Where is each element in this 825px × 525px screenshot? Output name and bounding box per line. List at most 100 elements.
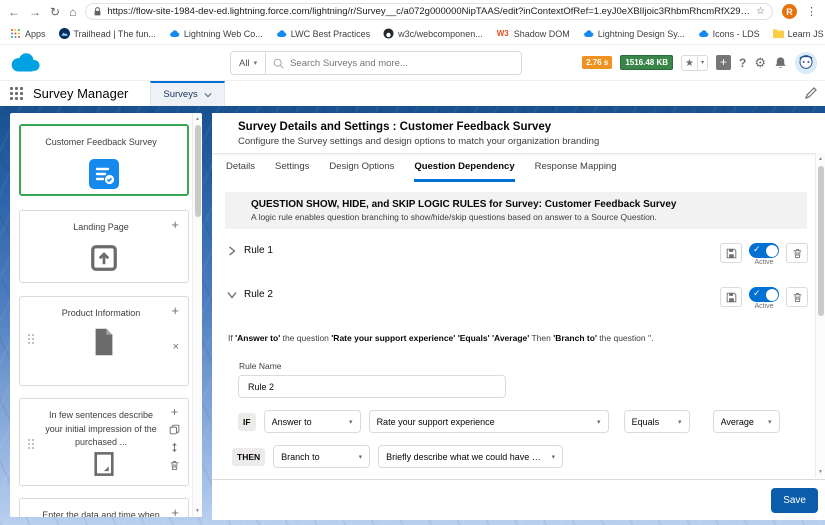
- search-input[interactable]: [284, 57, 521, 69]
- perf-size-badge: 1516.48 KB: [620, 55, 674, 70]
- add-icon[interactable]: +: [171, 406, 178, 418]
- chevron-down-icon: [204, 92, 212, 97]
- chevron-down-icon: ▾: [597, 418, 601, 426]
- app-launcher-waffle-icon[interactable]: [10, 87, 23, 100]
- search-icon: [273, 58, 284, 69]
- then-condition-row: THEN Branch to ▾ Briefly describe what we…: [232, 445, 825, 468]
- if-operator-dropdown[interactable]: Equals ▾: [623, 410, 690, 433]
- toggle-on[interactable]: ✓: [749, 287, 779, 302]
- if-value-dropdown[interactable]: Average ▾: [712, 410, 780, 433]
- favorites-dropdown-icon[interactable]: ▾: [696, 55, 707, 70]
- rules-banner-subtitle: A logic rule enables question branching …: [251, 212, 657, 222]
- edit-page-pencil-icon[interactable]: [805, 87, 817, 99]
- scroll-down-icon[interactable]: ▼: [816, 469, 825, 475]
- home-icon[interactable]: ⌂: [69, 6, 76, 18]
- tab-design-options[interactable]: Design Options: [329, 154, 394, 182]
- chevron-down-icon: ▾: [551, 453, 556, 461]
- save-button[interactable]: Save: [771, 487, 818, 513]
- bookmark-apps[interactable]: Apps: [10, 28, 46, 39]
- scroll-down-icon[interactable]: ▼: [193, 508, 202, 514]
- save-rule-icon[interactable]: [720, 287, 742, 307]
- apps-grid-icon: [10, 28, 21, 39]
- card-title: Product Information: [61, 308, 141, 318]
- add-icon[interactable]: +: [171, 304, 179, 317]
- rules-banner: QUESTION SHOW, HIDE, and SKIP LOGIC RULE…: [225, 192, 807, 229]
- delete-rule-icon[interactable]: [786, 287, 808, 307]
- add-icon[interactable]: +: [171, 506, 179, 517]
- browser-profile-avatar[interactable]: R: [782, 4, 797, 19]
- card-product-information[interactable]: Product Information + ×: [19, 296, 189, 386]
- bookmark-lds[interactable]: Lightning Design Sy...: [583, 28, 685, 39]
- help-icon[interactable]: ?: [739, 57, 746, 69]
- rule-2-label: Rule 2: [244, 289, 273, 300]
- browser-menu-icon[interactable]: ⋮: [806, 5, 817, 18]
- bookmark-shadow-dom[interactable]: W3 Shadow DOM: [496, 28, 570, 39]
- w3-red-icon: W3: [496, 29, 509, 38]
- reload-icon[interactable]: ↻: [50, 6, 60, 18]
- nav-tab-surveys[interactable]: Surveys: [150, 81, 225, 106]
- branch-icon[interactable]: [169, 442, 180, 453]
- bookmark-star-icon[interactable]: ☆: [756, 6, 765, 17]
- global-actions-icon[interactable]: +: [716, 55, 731, 70]
- card-customer-feedback-survey[interactable]: Customer Feedback Survey: [19, 124, 189, 196]
- browser-address-bar: ← → ↻ ⌂ https://flow-site-1984-dev-ed.li…: [0, 0, 825, 23]
- if-answer-to-dropdown[interactable]: Answer to ▾: [263, 410, 361, 433]
- then-badge: THEN: [232, 447, 266, 466]
- cloud-icon: [276, 30, 287, 38]
- notifications-bell-icon[interactable]: [774, 56, 787, 70]
- if-source-question-dropdown[interactable]: Rate your support experience ▾: [368, 410, 609, 433]
- rule-logic-sentence: If 'Answer to' the question 'Rate your s…: [228, 333, 654, 343]
- drag-handle-icon[interactable]: [28, 334, 34, 346]
- setup-gear-icon[interactable]: ⚙: [754, 56, 766, 69]
- app-nav-bar: Survey Manager Surveys: [0, 81, 825, 106]
- chevron-down-icon[interactable]: [227, 290, 237, 300]
- card-title: Enter the data and time when you: [42, 510, 160, 517]
- card-landing-page[interactable]: Landing Page +: [19, 210, 189, 283]
- if-badge: IF: [238, 412, 256, 431]
- copy-icon[interactable]: [169, 424, 180, 435]
- card-date-time-question[interactable]: Enter the data and time when you +: [19, 498, 189, 517]
- add-icon[interactable]: +: [171, 218, 179, 231]
- delete-rule-icon[interactable]: [786, 243, 808, 263]
- bookmark-trailhead[interactable]: Trailhead | The fun...: [58, 28, 156, 39]
- scroll-up-icon[interactable]: ▲: [193, 116, 202, 122]
- url-bar[interactable]: https://flow-site-1984-dev-ed.lightning.…: [85, 3, 773, 20]
- toggle-on[interactable]: ✓: [749, 243, 779, 258]
- forward-icon[interactable]: →: [29, 6, 41, 18]
- toggle-label: Active: [754, 259, 774, 266]
- delete-icon[interactable]: [169, 460, 180, 471]
- cloud-icon: [698, 30, 708, 38]
- folder-icon: [772, 29, 784, 39]
- scrollbar-thumb[interactable]: [817, 166, 824, 316]
- save-rule-icon[interactable]: [720, 243, 742, 263]
- close-icon[interactable]: ×: [173, 341, 179, 353]
- rule-name-input[interactable]: [238, 375, 506, 398]
- scroll-up-icon[interactable]: ▲: [816, 156, 825, 162]
- tab-question-dependency[interactable]: Question Dependency: [414, 154, 515, 182]
- favorite-star-icon[interactable]: ★: [682, 56, 697, 70]
- back-icon[interactable]: ←: [8, 6, 20, 18]
- drag-handle-icon[interactable]: [28, 439, 34, 451]
- rule-1-row: Rule 1 ✓ Active: [212, 243, 825, 273]
- search-scope-selector[interactable]: All ▾: [231, 52, 267, 74]
- tab-settings[interactable]: Settings: [275, 154, 309, 182]
- sidebar-scrollbar[interactable]: ▲ ▼: [192, 113, 202, 517]
- survey-cards-list: Customer Feedback Survey Landing Page + …: [16, 113, 192, 517]
- bookmark-learn-js[interactable]: Learn JS: [772, 28, 824, 39]
- chevron-right-icon[interactable]: [227, 246, 237, 256]
- then-branch-to-dropdown[interactable]: Branch to ▾: [273, 445, 371, 468]
- survey-settings-panel: Survey Details and Settings : Customer F…: [212, 113, 825, 520]
- user-avatar[interactable]: [795, 51, 817, 74]
- bookmark-lwc-best[interactable]: LWC Best Practices: [276, 28, 370, 39]
- bookmark-lwc[interactable]: Lightning Web Co...: [169, 28, 263, 39]
- toggle-label: Active: [754, 303, 774, 310]
- scrollbar-thumb[interactable]: [194, 125, 201, 217]
- bookmark-icons-lds[interactable]: Icons - LDS: [698, 28, 760, 39]
- card-initial-impression-question[interactable]: In few sentences describe your initial i…: [19, 398, 189, 486]
- rule-2-row: Rule 2 ✓ Active: [212, 287, 825, 317]
- bookmark-github[interactable]: w3c/webcomponen...: [383, 28, 483, 39]
- tab-details[interactable]: Details: [226, 154, 255, 182]
- main-scrollbar[interactable]: ▲ ▼: [815, 153, 825, 478]
- then-target-question-dropdown[interactable]: Briefly describe what we could have done…: [378, 445, 564, 468]
- tab-response-mapping[interactable]: Response Mapping: [535, 154, 617, 182]
